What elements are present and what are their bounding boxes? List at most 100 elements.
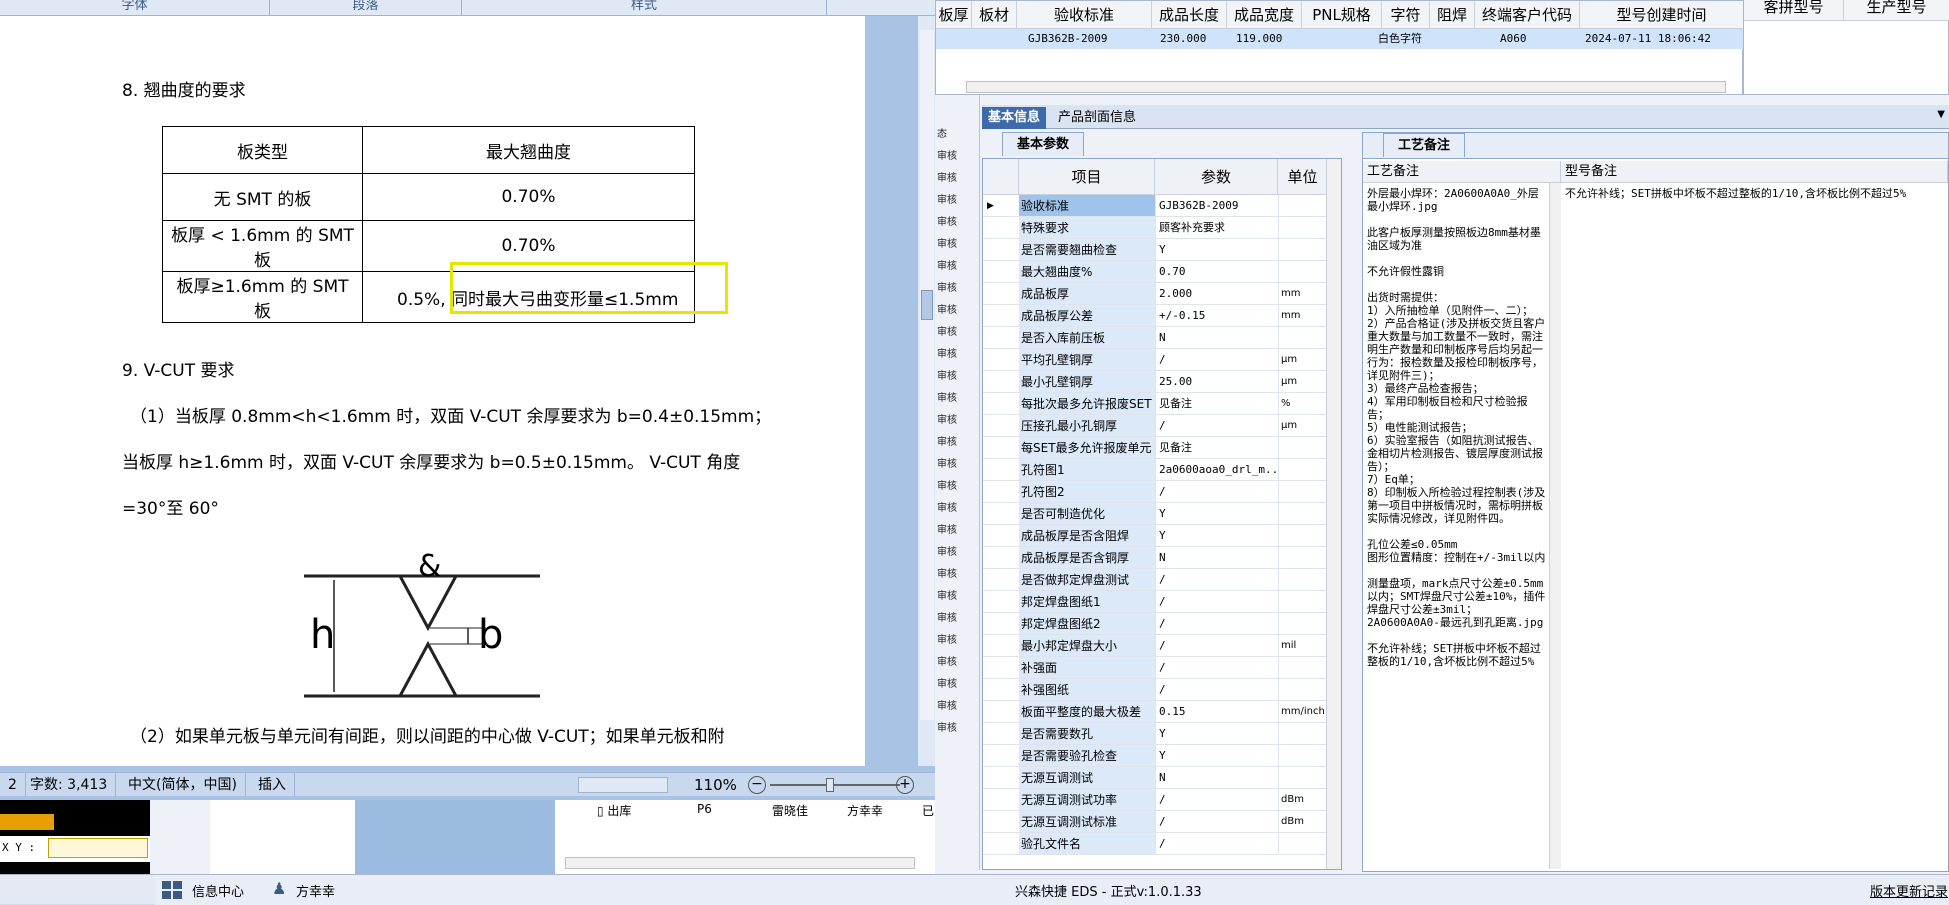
xy-input[interactable]	[48, 838, 148, 858]
param-value[interactable]: /	[1155, 569, 1278, 590]
language[interactable]: 中文(简体，中国)	[120, 773, 246, 797]
param-value[interactable]: Y	[1155, 525, 1278, 546]
chevron-down-icon[interactable]: ▼	[1937, 109, 1945, 120]
param-value[interactable]: /	[1155, 657, 1278, 678]
param-value[interactable]: /	[1155, 635, 1278, 656]
param-value[interactable]: /	[1155, 613, 1278, 634]
param-value[interactable]: /	[1155, 679, 1278, 700]
table-row[interactable]: 无源互调测试 N	[983, 767, 1328, 789]
table-row[interactable]: 成品板厚 2.000 mm	[983, 283, 1328, 305]
param-value[interactable]: /	[1155, 349, 1278, 370]
status-strip-item[interactable]: 审核	[937, 391, 957, 407]
param-value[interactable]: 顾客补充要求	[1155, 217, 1278, 238]
table-row[interactable]: 平均孔壁铜厚 / μm	[983, 349, 1328, 371]
column-header[interactable]: 项目	[1019, 159, 1155, 195]
scroll-thumb[interactable]	[921, 290, 933, 320]
table-row[interactable]: 邦定焊盘图纸2/	[983, 613, 1328, 635]
status-strip-item[interactable]: 审核	[937, 325, 957, 341]
param-value[interactable]: Y	[1155, 745, 1278, 766]
param-value[interactable]: /	[1155, 811, 1278, 832]
status-strip-item[interactable]: 审核	[937, 215, 957, 231]
status-strip-item[interactable]: 审核	[937, 259, 957, 275]
status-strip-item[interactable]: 审核	[937, 281, 957, 297]
insert-mode[interactable]: 插入	[250, 773, 295, 797]
param-value[interactable]: 2.000	[1155, 283, 1278, 304]
table-row[interactable]: 孔符图1 2a0600aoa0_drl_m...	[983, 459, 1328, 481]
info-center-link[interactable]: 信息中心	[192, 881, 244, 900]
column-header[interactable]: 生产型号	[1844, 0, 1949, 21]
table-row[interactable]: 成品板厚是否含铜厚 N	[983, 547, 1328, 569]
column-header[interactable]: PNL规格	[1302, 1, 1382, 29]
param-value[interactable]: 2a0600aoa0_drl_m...	[1155, 459, 1278, 480]
table-row[interactable]: 最小孔壁铜厚 25.00 μm	[983, 371, 1328, 393]
column-header[interactable]: 工艺备注	[1363, 161, 1561, 183]
column-header[interactable]: 型号创建时间	[1580, 1, 1744, 29]
tab-basic-info[interactable]: 基本信息	[982, 107, 1047, 129]
status-strip-item[interactable]: 审核	[937, 523, 957, 539]
document-scrollbar[interactable]	[920, 30, 934, 720]
zoom-slider-thumb[interactable]	[826, 778, 834, 792]
column-header[interactable]: 板材	[972, 1, 1017, 29]
column-header[interactable]: 单位	[1278, 159, 1328, 195]
column-header[interactable]: 终端客户代码	[1475, 1, 1580, 29]
ribbon-group-font[interactable]: 字体	[0, 0, 270, 16]
table-row[interactable]: 成品板厚公差 +/-0.15 mm	[983, 305, 1328, 327]
param-value[interactable]: GJB362B-2009	[1155, 195, 1278, 216]
column-header[interactable]: 字符	[1382, 1, 1430, 29]
param-value[interactable]: 见备注	[1155, 437, 1278, 458]
bottom-hscroll[interactable]	[565, 857, 915, 869]
param-value[interactable]: N	[1155, 327, 1278, 348]
status-strip-item[interactable]: 审核	[937, 589, 957, 605]
word-count[interactable]: 字数: 3,413	[22, 773, 117, 797]
process-notes-text[interactable]: 外层最小焊环：2A0600A0A0_外层最小焊环.jpg 此客户板厚测量按照板边…	[1367, 187, 1547, 747]
column-header[interactable]: 板厚	[936, 1, 972, 29]
param-value[interactable]: 25.00	[1155, 371, 1278, 392]
table-row[interactable]: ▶ 验收标准 GJB362B-2009	[983, 195, 1328, 217]
table-row[interactable]: 无源互调测试功率 / dBm	[983, 789, 1328, 811]
param-value[interactable]: /	[1155, 833, 1278, 854]
grid-icon[interactable]	[162, 881, 182, 899]
view-buttons[interactable]	[578, 777, 668, 793]
status-strip-item[interactable]: 审核	[937, 545, 957, 561]
table-row[interactable]: 是否需要验孔检查 Y	[983, 745, 1328, 767]
status-strip-item[interactable]: 审核	[937, 633, 957, 649]
status-strip-item[interactable]: 审核	[937, 193, 957, 209]
column-header[interactable]: 阻焊	[1430, 1, 1475, 29]
table-row[interactable]: 每SET最多允许报废单元 见备注	[983, 437, 1328, 459]
param-value[interactable]: /	[1155, 789, 1278, 810]
status-strip-item[interactable]: 审核	[937, 237, 957, 253]
ribbon-group-styles[interactable]: 样式	[462, 0, 827, 16]
zoom-level[interactable]: 110%	[694, 773, 737, 797]
table-row[interactable]: 邦定焊盘图纸1/	[983, 591, 1328, 613]
table-row[interactable]: 无源互调测试标准 / dBm	[983, 811, 1328, 833]
tab-process-notes[interactable]: 工艺备注	[1383, 133, 1466, 157]
status-strip-item[interactable]: 态	[937, 127, 947, 143]
column-header[interactable]: 参数	[1155, 159, 1278, 195]
table-row[interactable]: 特殊要求 顾客补充要求	[983, 217, 1328, 239]
zoom-out-icon[interactable]: −	[748, 776, 766, 794]
table-row[interactable]: 是否做邦定焊盘测试 /	[983, 569, 1328, 591]
table-row[interactable]: 每批次最多允许报废SET 见备注%	[983, 393, 1328, 415]
column-header[interactable]: 验收标准	[1017, 1, 1152, 29]
status-strip-item[interactable]: 审核	[937, 303, 957, 319]
status-strip-item[interactable]: 审核	[937, 369, 957, 385]
status-strip-item[interactable]: 审核	[937, 479, 957, 495]
status-strip-item[interactable]: 审核	[937, 435, 957, 451]
param-value[interactable]: /	[1155, 415, 1278, 436]
ribbon-group-paragraph[interactable]: 段落	[270, 0, 462, 16]
tab-section-info[interactable]: 产品剖面信息	[1052, 107, 1142, 129]
status-strip-item[interactable]: 审核	[937, 655, 957, 671]
column-header[interactable]: 型号备注	[1561, 161, 1948, 183]
table-row[interactable]: 孔符图2/	[983, 481, 1328, 503]
table-row[interactable]: 是否需要数孔 Y	[983, 723, 1328, 745]
param-value[interactable]: Y	[1155, 503, 1278, 524]
column-header[interactable]: 成品长度	[1152, 1, 1227, 29]
status-strip-item[interactable]: 审核	[937, 171, 957, 187]
param-value[interactable]: /	[1155, 481, 1278, 502]
param-value[interactable]: +/-0.15	[1155, 305, 1278, 326]
param-value[interactable]: N	[1155, 767, 1278, 788]
table-row[interactable]: 是否入库前压板 N	[983, 327, 1328, 349]
param-value[interactable]: /	[1155, 591, 1278, 612]
status-strip-item[interactable]: 审核	[937, 149, 957, 165]
param-value[interactable]: Y	[1155, 723, 1278, 744]
